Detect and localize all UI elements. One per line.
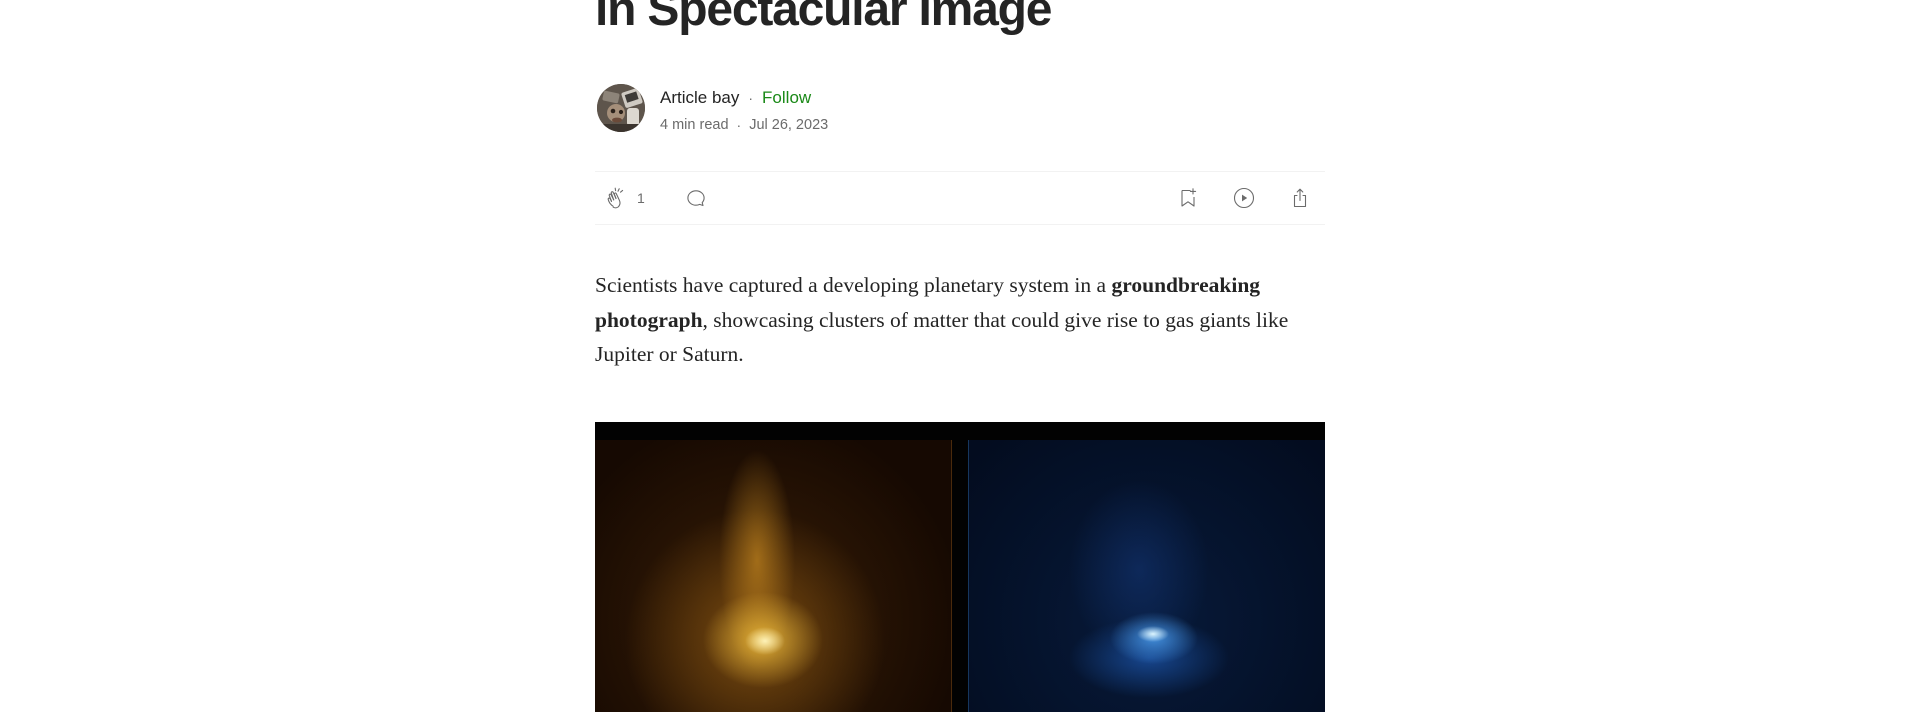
article-title: in Spectacular Image	[595, 0, 1052, 36]
share-icon	[1293, 188, 1307, 208]
author-name-line: Article bay · Follow	[660, 87, 811, 109]
avatar-image	[597, 84, 645, 132]
clap-button[interactable]: 1	[605, 172, 645, 224]
clap-count: 1	[637, 190, 645, 206]
share-button[interactable]	[1288, 172, 1312, 224]
article-intro-paragraph: Scientists have captured a developing pl…	[595, 268, 1325, 372]
follow-button[interactable]: Follow	[762, 87, 811, 109]
article-column: in Spectacular Image Article bay · Follo…	[595, 0, 1325, 712]
listen-icon	[1233, 187, 1255, 209]
author-name[interactable]: Article bay	[660, 87, 739, 109]
bookmark-button[interactable]	[1176, 172, 1200, 224]
meta-separator: ·	[736, 117, 742, 133]
listen-button[interactable]	[1232, 172, 1256, 224]
read-time: 4 min read	[660, 117, 729, 133]
publish-date: Jul 26, 2023	[749, 117, 829, 133]
article-hero-image[interactable]	[595, 422, 1325, 712]
byline-separator: ·	[748, 90, 754, 106]
intro-text-start: Scientists have captured a developing pl…	[595, 273, 1112, 297]
author-avatar[interactable]	[597, 84, 645, 132]
blue-nebula-panel	[968, 440, 1325, 712]
bookmark-icon	[1181, 188, 1197, 207]
author-byline: Article bay · Follow 4 min read · Jul 26…	[595, 83, 1325, 133]
comment-icon	[687, 190, 705, 207]
article-action-bar: 1	[595, 171, 1325, 225]
clap-icon	[607, 187, 624, 209]
comment-button[interactable]	[684, 172, 708, 224]
yellow-nebula-panel	[595, 440, 952, 712]
article-meta: 4 min read · Jul 26, 2023	[660, 115, 828, 135]
